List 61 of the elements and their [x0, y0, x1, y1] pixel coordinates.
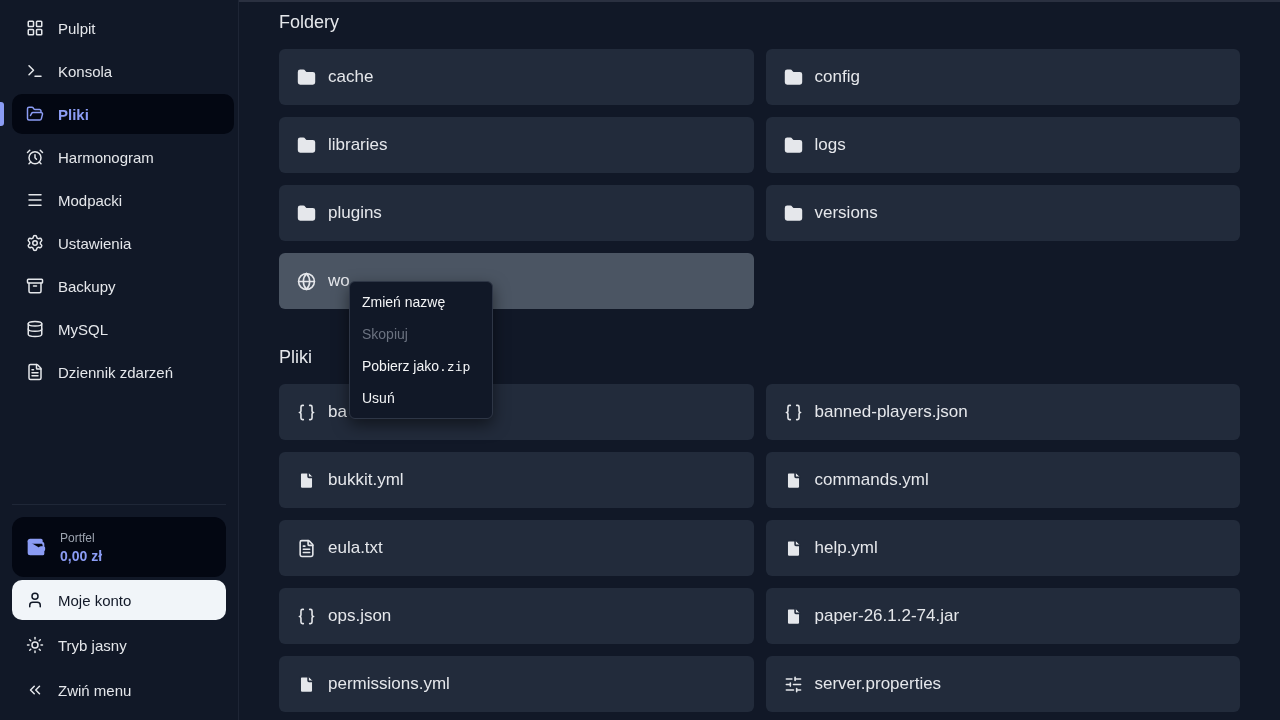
- nav-item[interactable]: Dziennik zdarzeń: [12, 352, 234, 392]
- file-tile[interactable]: commands.yml: [765, 452, 1240, 508]
- sliders-icon: [783, 674, 803, 694]
- globe-icon: [297, 271, 316, 291]
- nav-item[interactable]: Ustawienia: [12, 223, 234, 263]
- active-indicator: [0, 102, 4, 126]
- file-tile[interactable]: bukkit.yml: [279, 452, 754, 508]
- nav-item[interactable]: Konsola: [12, 51, 234, 91]
- file-tile[interactable]: help.yml: [765, 520, 1240, 576]
- menu-item[interactable]: Usuń: [350, 382, 492, 414]
- user-icon: [26, 591, 44, 609]
- settings-icon: [26, 234, 44, 252]
- grid-icon: [26, 19, 44, 37]
- folder-icon: [783, 135, 803, 155]
- file-tile[interactable]: paper-26.1.2-74.jar: [765, 588, 1240, 644]
- wallet-label: Portfel: [60, 530, 96, 545]
- menu-item[interactable]: Pobierz jako.zip: [350, 350, 492, 382]
- nav-item[interactable]: Modpacki: [12, 180, 234, 220]
- file-tile[interactable]: server.properties: [765, 656, 1240, 712]
- nav-item[interactable]: Harmonogram: [12, 137, 234, 177]
- folder-icon: [783, 67, 803, 87]
- folder-icon: [783, 203, 803, 223]
- wallet-amount: 0,00 zł: [60, 547, 103, 564]
- section-heading: Foldery: [279, 12, 340, 33]
- folder-tile[interactable]: logs: [765, 117, 1240, 173]
- terminal-icon: [26, 62, 44, 80]
- folder-icon: [297, 135, 316, 155]
- archive-icon: [26, 277, 44, 295]
- nav-item[interactable]: Pliki: [12, 94, 234, 134]
- file-tile[interactable]: permissions.yml: [279, 656, 754, 712]
- database-icon: [26, 320, 44, 338]
- file-tile[interactable]: eula.txt: [279, 520, 754, 576]
- braces-icon: [297, 606, 316, 626]
- wallet-card[interactable]: Portfel 0,00 zł: [12, 517, 226, 577]
- folder-icon: [26, 105, 44, 123]
- document-icon: [26, 363, 44, 381]
- file-icon: [297, 674, 316, 694]
- menu-button[interactable]: Moje konto: [12, 580, 226, 620]
- sun-icon: [26, 636, 44, 654]
- menu-button[interactable]: Tryb jasny: [12, 625, 226, 665]
- folder-tile[interactable]: cache: [279, 49, 754, 105]
- section-heading: Pliki: [279, 347, 312, 368]
- nav-item[interactable]: MySQL: [12, 309, 234, 349]
- wallet-icon: [26, 537, 46, 557]
- nav-item[interactable]: Backupy: [12, 266, 234, 306]
- folder-tile[interactable]: versions: [765, 185, 1240, 241]
- folder-tile[interactable]: config: [765, 49, 1240, 105]
- nav-item[interactable]: Pulpit: [12, 8, 234, 48]
- file-icon: [297, 470, 316, 490]
- folder-tile[interactable]: plugins: [279, 185, 754, 241]
- braces-icon: [783, 402, 803, 422]
- file-tile[interactable]: ops.json: [279, 588, 754, 644]
- braces-icon: [297, 402, 316, 422]
- menu-button[interactable]: Zwiń menu: [12, 670, 226, 710]
- folder-tile[interactable]: libraries: [279, 117, 754, 173]
- file-tile[interactable]: banned-players.json: [765, 384, 1240, 440]
- folder-icon: [297, 203, 316, 223]
- menu-icon: [26, 191, 44, 209]
- folder-icon: [297, 67, 316, 87]
- alarm-clock-icon: [26, 148, 44, 166]
- text-file-icon: [297, 538, 316, 558]
